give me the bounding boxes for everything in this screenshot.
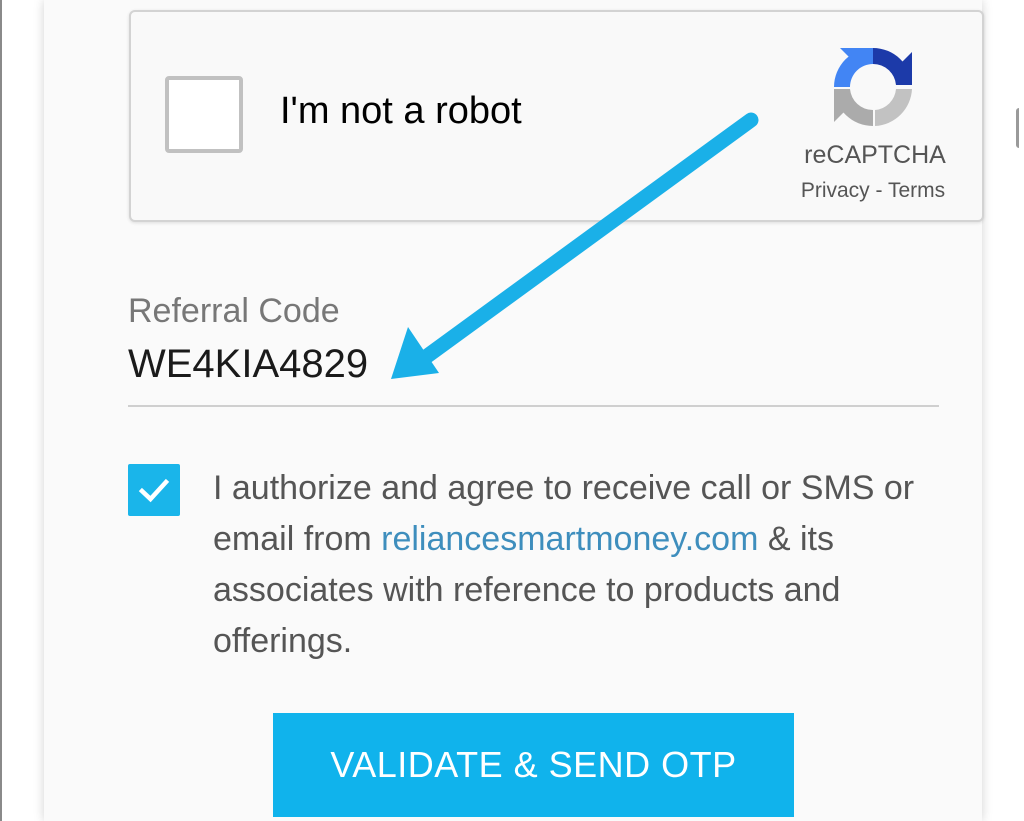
recaptcha-checkbox[interactable] — [165, 76, 243, 153]
consent-link[interactable]: reliancesmartmoney.com — [381, 520, 758, 558]
edge-fragment — [1016, 108, 1024, 148]
consent-text: I authorize and agree to receive call or… — [213, 463, 933, 667]
terms-link[interactable]: Terms — [888, 179, 945, 202]
links-separator: - — [869, 179, 888, 202]
recaptcha-links: Privacy - Terms — [775, 179, 971, 203]
checkmark-icon — [138, 478, 170, 503]
screen: I'm not a robot reCAPTCHA Privacy - Term… — [0, 0, 1024, 821]
consent-checkbox[interactable] — [128, 464, 180, 516]
validate-send-otp-button[interactable]: VALIDATE & SEND OTP — [273, 713, 794, 817]
recaptcha-label: I'm not a robot — [280, 90, 522, 132]
privacy-link[interactable]: Privacy — [801, 179, 870, 202]
referral-code-label: Referral Code — [128, 292, 340, 330]
recaptcha-brand: reCAPTCHA — [804, 141, 946, 169]
recaptcha-logo-icon — [834, 47, 912, 127]
left-divider — [0, 0, 2, 821]
referral-code-underline — [128, 405, 939, 407]
referral-code-input[interactable]: WE4KIA4829 — [128, 342, 428, 387]
